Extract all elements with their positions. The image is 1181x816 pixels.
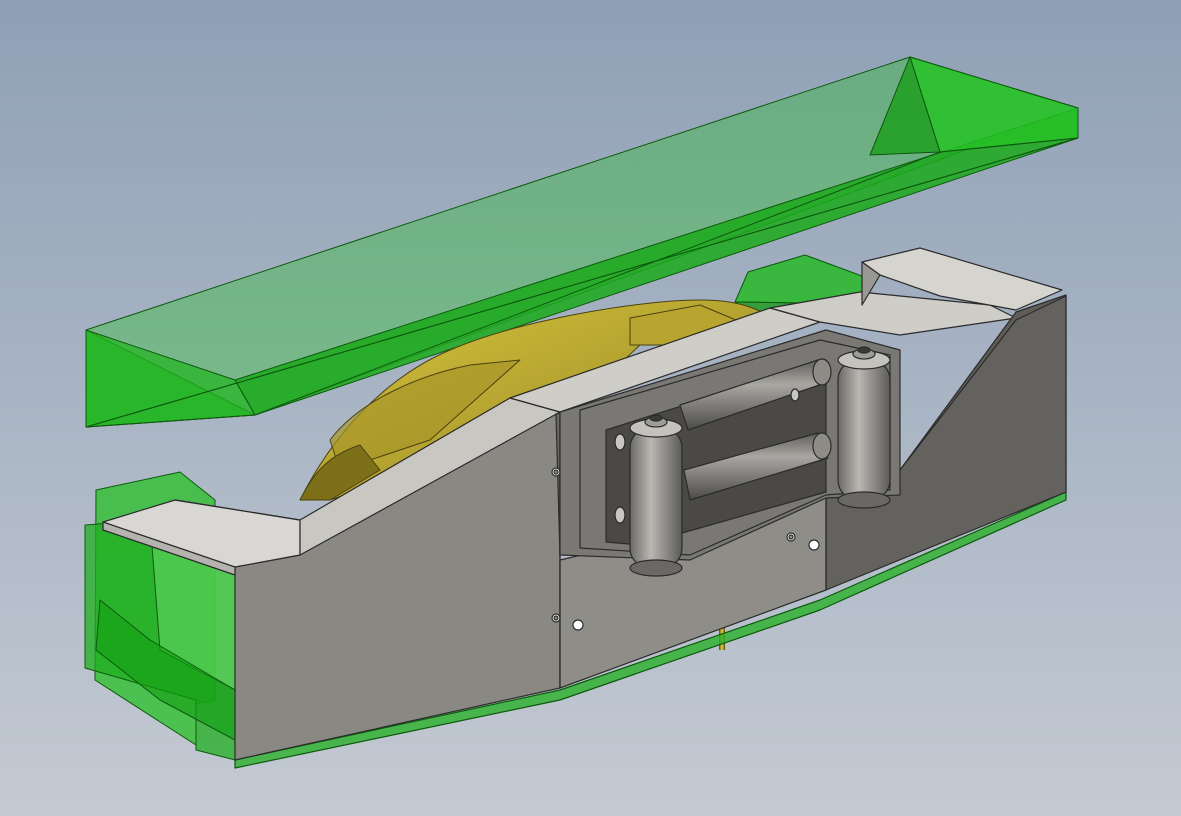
- cad-scene[interactable]: [0, 0, 1181, 816]
- cad-viewport[interactable]: [0, 0, 1181, 816]
- vertical-roller-right: [837, 346, 891, 509]
- vertical-roller-left: [629, 414, 683, 577]
